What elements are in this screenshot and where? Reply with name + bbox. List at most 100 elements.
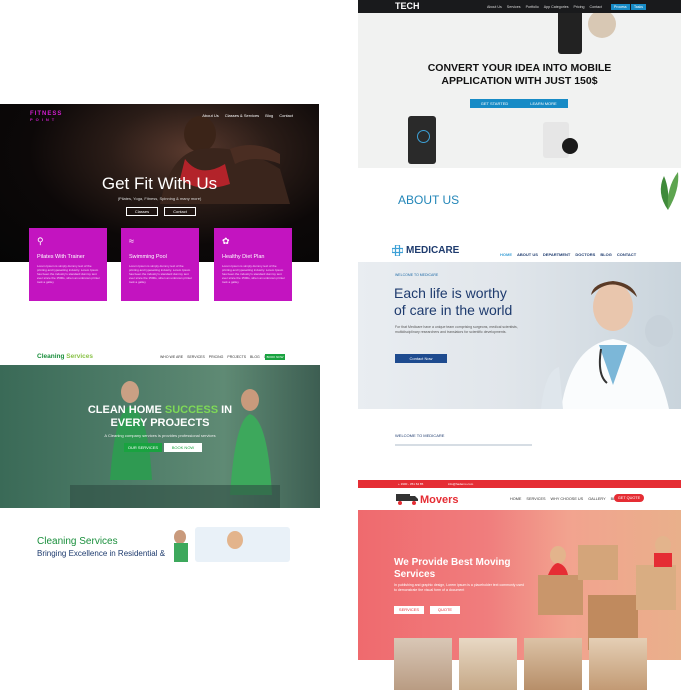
cleaning-logo[interactable]: Cleaning Services bbox=[37, 353, 93, 360]
fitness-subtitle: (Pilates, Yoga, Fitness, Spinning & many… bbox=[117, 196, 202, 201]
movers-headline: We Provide Best Moving Services bbox=[394, 557, 511, 581]
feature-title: Swimming Pool bbox=[129, 254, 167, 260]
headline-line: We Provide Best Moving bbox=[394, 557, 511, 568]
cleaning-section-title: Cleaning Services bbox=[37, 536, 118, 547]
cleaners-image bbox=[70, 381, 280, 508]
nav-item-blog[interactable]: BLOG bbox=[250, 355, 260, 359]
nav-item-gallery[interactable]: GALLERY bbox=[588, 497, 605, 501]
nav-item-classes[interactable]: Classes & Services bbox=[225, 113, 259, 118]
tech-headline: CONVERT YOUR IDEA INTO MOBILE APPLICATIO… bbox=[358, 62, 681, 88]
headline-line: EVERY PROJECTS bbox=[110, 417, 210, 429]
fitness-nav: About Us Classes & Services Blog Contact bbox=[202, 113, 293, 118]
headline-text: CLEAN HOME bbox=[87, 404, 162, 416]
yoga-icon: ⚲ bbox=[37, 236, 44, 246]
nav-item-projects[interactable]: PROJECTS bbox=[227, 355, 246, 359]
nav-item-portfolio[interactable]: Portfolio bbox=[526, 5, 539, 9]
movers-description: In publishing and graphic design, Lorem … bbox=[394, 583, 524, 592]
nav-item-why[interactable]: WHY CHOOSE US bbox=[551, 497, 584, 501]
gallery-thumb-movers[interactable] bbox=[524, 638, 582, 690]
headline-line: APPLICATION WITH JUST 150$ bbox=[441, 75, 598, 87]
nav-item-home[interactable]: HOME bbox=[500, 252, 512, 257]
tasks-button[interactable]: Tasks bbox=[631, 4, 646, 10]
welcome-section-heading: WELCOME TO MEDICARE bbox=[395, 433, 445, 438]
movers-logo[interactable]: Movers bbox=[420, 494, 459, 506]
cup-image bbox=[562, 138, 578, 154]
welcome-label: WELCOME TO MEDICARE bbox=[395, 273, 439, 277]
book-now-button[interactable]: BOOK NOW bbox=[164, 443, 202, 452]
diet-icon: ✿ bbox=[222, 236, 230, 246]
nav-item-app-categories[interactable]: App Categories bbox=[544, 5, 569, 9]
get-started-button[interactable]: GET STARTED bbox=[470, 99, 519, 108]
nav-item-doctors[interactable]: DOCTORS bbox=[575, 252, 595, 257]
our-services-button[interactable]: OUR SERVICES bbox=[124, 443, 162, 452]
truck-icon bbox=[396, 494, 418, 505]
fitness-logo[interactable]: FITNESS POINT bbox=[30, 111, 62, 123]
feature-title: Pilates With Trainer bbox=[37, 254, 85, 260]
about-us-heading: ABOUT US bbox=[398, 193, 460, 207]
cleaning-section-subtitle: Bringing Excellence in Residential & bbox=[37, 549, 166, 558]
headline-line: Services bbox=[394, 569, 436, 580]
nav-item-blog[interactable]: BLOG bbox=[600, 252, 612, 257]
fingerprint-icon bbox=[417, 130, 430, 143]
tech-app-preview[interactable]: TECH About Us Services Portfolio App Cat… bbox=[358, 0, 681, 210]
nav-item-about[interactable]: About Us bbox=[487, 5, 502, 9]
doctor-image bbox=[541, 281, 673, 409]
nav-item-about[interactable]: About Us bbox=[202, 113, 218, 118]
contact-now-button[interactable]: Contact Now bbox=[395, 354, 447, 363]
medicare-logo[interactable]: MEDICARE bbox=[406, 245, 459, 256]
feature-text: Lorem Ipsum is simply dummy text of the … bbox=[222, 264, 285, 284]
divider bbox=[395, 444, 532, 446]
nav-item-about[interactable]: ABOUT US bbox=[517, 252, 538, 257]
email-text: info@hademo.com bbox=[448, 482, 474, 486]
nav-item-contact[interactable]: Contact bbox=[590, 5, 602, 9]
nav-item-services[interactable]: Services bbox=[507, 5, 521, 9]
get-quote-button[interactable]: GET QUOTE bbox=[614, 494, 644, 502]
logo-text: Services bbox=[66, 353, 94, 360]
headline-highlight: SUCCESS bbox=[164, 404, 219, 416]
tech-logo[interactable]: TECH bbox=[395, 1, 420, 11]
tech-nav: About Us Services Portfolio App Categori… bbox=[487, 5, 602, 9]
gallery-thumb-couple[interactable] bbox=[394, 638, 452, 690]
nav-item-pricing[interactable]: PRICING bbox=[209, 355, 224, 359]
quote-button[interactable]: QUOTE bbox=[430, 606, 460, 614]
gallery-thumb-boxes[interactable] bbox=[459, 638, 517, 690]
book-now-nav-button[interactable]: BOOK NOW bbox=[265, 354, 285, 360]
cleaning-services-preview[interactable]: Cleaning Services WHO WE ARE SERVICES PR… bbox=[0, 350, 320, 562]
nav-item-who[interactable]: WHO WE ARE bbox=[160, 355, 183, 359]
cleaning-subtitle: A Cleaning company services is provides … bbox=[104, 433, 216, 438]
nav-item-contact[interactable]: Contact bbox=[279, 113, 293, 118]
phone-image bbox=[558, 8, 582, 54]
headline-line: Each life is worthy bbox=[394, 285, 507, 301]
movers-nav: HOME SERVICES WHY CHOOSE US GALLERY BLOG bbox=[510, 497, 621, 501]
headline-text: IN bbox=[221, 404, 233, 416]
nav-item-home[interactable]: HOME bbox=[510, 497, 521, 501]
medical-cross-icon bbox=[392, 245, 403, 256]
nav-item-pricing[interactable]: Pricing bbox=[574, 5, 585, 9]
feature-card-diet[interactable]: ✿ Healthy Diet Plan Lorem Ipsum is simpl… bbox=[214, 228, 292, 301]
nav-item-contact[interactable]: CONTACT bbox=[617, 252, 636, 257]
classes-button[interactable]: Classes bbox=[126, 207, 158, 216]
feature-card-swimming[interactable]: ≈ Swimming Pool Lorem Ipsum is simply du… bbox=[121, 228, 199, 301]
cleaning-section-image bbox=[174, 527, 290, 562]
nav-item-services[interactable]: SERVICES bbox=[526, 497, 545, 501]
coffee-cup-image bbox=[588, 10, 616, 38]
services-button[interactable]: SERVICES bbox=[394, 606, 424, 614]
nav-item-department[interactable]: DEPARTMENT bbox=[543, 252, 570, 257]
contact-button[interactable]: Contact bbox=[164, 207, 196, 216]
swimming-icon: ≈ bbox=[129, 236, 134, 246]
nav-item-blog[interactable]: Blog bbox=[265, 113, 273, 118]
feature-card-pilates[interactable]: ⚲ Pilates With Trainer Lorem Ipsum is si… bbox=[29, 228, 107, 301]
learn-more-button[interactable]: LEARN MORE bbox=[519, 99, 568, 108]
feature-text: Lorem Ipsum is simply dummy text of the … bbox=[37, 264, 100, 284]
gallery-thumb-carrying[interactable] bbox=[589, 638, 647, 690]
nav-item-services[interactable]: SERVICES bbox=[187, 355, 205, 359]
feature-title: Healthy Diet Plan bbox=[222, 254, 265, 260]
medicare-preview[interactable]: MEDICARE HOME ABOUT US DEPARTMENT DOCTOR… bbox=[358, 239, 681, 453]
medicare-nav: HOME ABOUT US DEPARTMENT DOCTORS BLOG CO… bbox=[500, 252, 636, 257]
cleaning-headline: CLEAN HOME SUCCESS IN EVERY PROJECTS bbox=[0, 404, 320, 430]
fitness-title: Get Fit With Us bbox=[101, 174, 218, 193]
headline-line: of care in the world bbox=[394, 302, 513, 318]
movers-preview[interactable]: + 1900 - 351 64 85 info@hademo.com Mover… bbox=[358, 480, 681, 690]
fitness-point-preview[interactable]: FITNESS POINT About Us Classes & Service… bbox=[0, 104, 319, 304]
process-button[interactable]: Process bbox=[611, 4, 630, 10]
